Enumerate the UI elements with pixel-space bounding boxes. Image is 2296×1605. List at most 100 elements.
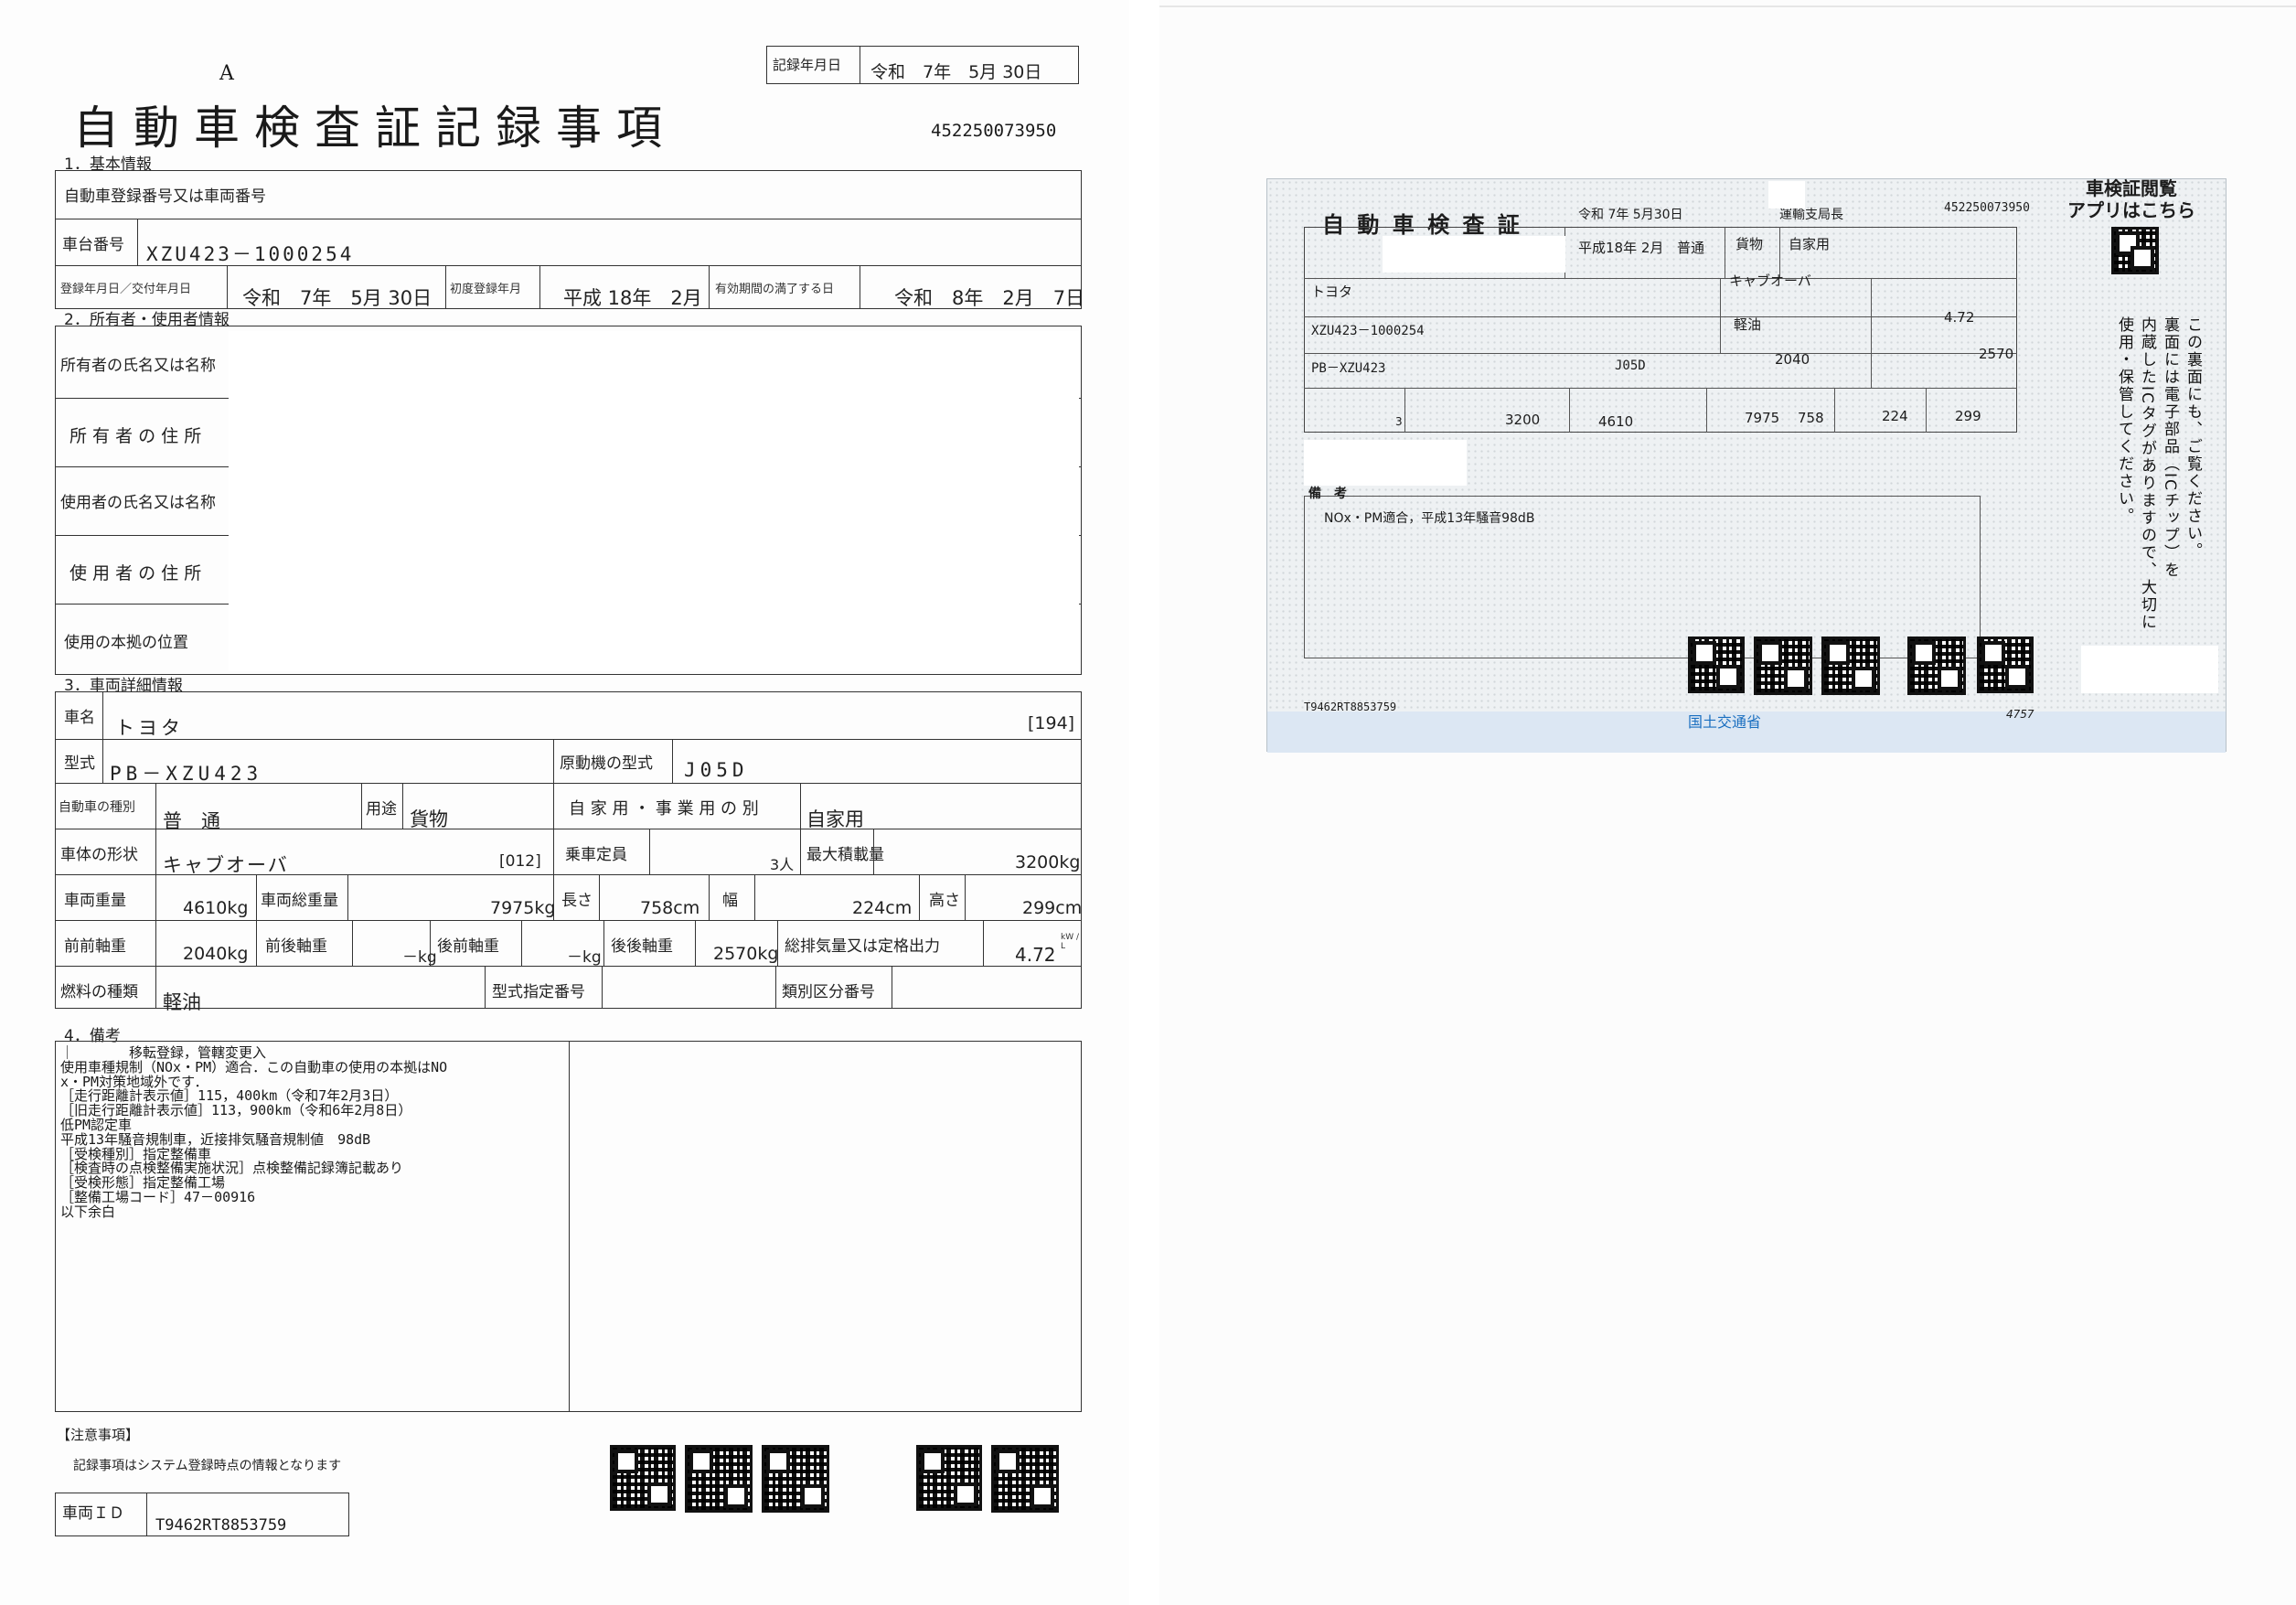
qr-code [1754, 637, 1812, 695]
height-label: 高さ [929, 892, 960, 910]
card-max-load: 3200 [1505, 412, 1541, 428]
chassis-number: XZU423－1000254 [146, 243, 355, 265]
redaction-block [1304, 440, 1467, 486]
redaction-block [2081, 646, 2218, 693]
expiry-label: 有効期間の満了する日 [715, 283, 835, 296]
card-fuel: 軽油 [1734, 316, 1762, 333]
width: 224cm [852, 898, 913, 918]
remarks-line: ［旧走行距離計表示値］113，900km（令和6年2月8日） [60, 1102, 412, 1119]
card-document-number: 452250073950 [1944, 201, 2030, 215]
vehicle-weight: 4610kg [183, 898, 249, 918]
qr-code [1907, 637, 1966, 695]
body-shape-code: [012] [499, 852, 541, 871]
chassis-number-label: 車台番号 [62, 236, 124, 254]
app-qr-code[interactable] [2111, 227, 2159, 274]
document-number: 452250073950 [931, 121, 1057, 141]
card-chassis: XZU423－1000254 [1311, 324, 1425, 338]
card-first-registration: 平成18年 2月 [1578, 240, 1664, 256]
capacity-label: 乗車定員 [565, 846, 627, 864]
model-label: 型式 [64, 754, 95, 773]
redaction-block [1768, 181, 1805, 209]
car-name-label: 車名 [64, 709, 95, 727]
card-use: 貨物 [1735, 236, 1764, 252]
fuel-type-label: 燃料の種類 [60, 983, 138, 1001]
rear-rear-axle-label: 後後軸重 [611, 937, 673, 956]
vehicle-id: T9462RT8853759 [155, 1516, 287, 1535]
card-remarks: NOx・PM適合，平成13年騒音98dB [1324, 511, 1535, 526]
model: PB－XZU423 [110, 763, 263, 785]
use-label: 用途 [366, 800, 397, 819]
qr-code [762, 1445, 829, 1513]
vehicle-inspection-certificate-card: 自 動 車 検 査 証 令和 7年 5月30日 運輸支局長 4522500739… [1266, 177, 2227, 753]
expiry-date: 令和 8年 2月 7日 [894, 287, 1085, 309]
rear-rear-axle: 2570kg [713, 944, 779, 964]
redaction-block [229, 331, 1079, 671]
qr-code [916, 1445, 982, 1511]
engine-model: J05D [684, 759, 749, 781]
page-title: 自動車検査証記録事項 [73, 102, 677, 155]
card-capacity: 3 [1395, 415, 1403, 428]
user-address-label: 使 用 者 の 住 所 [69, 563, 202, 583]
card-vertical-note: 内蔵したICタグがありますので、大切に [2138, 316, 2156, 631]
length: 758cm [640, 898, 700, 918]
front-rear-axle: －kg [402, 948, 437, 967]
vehicle-weight-label: 車両重量 [64, 892, 126, 910]
card-front-axle: 2040 [1775, 351, 1810, 368]
record-date: 令和 7年 5月 30日 [870, 62, 1042, 82]
card-rear-axle: 2570 [1979, 346, 2014, 362]
card-vertical-note: この裏面にも、ご覧ください。 [2184, 316, 2202, 560]
vehicle-id-label: 車両ＩＤ [62, 1504, 124, 1523]
private-business-label: 自 家 用 ・ 事 業 用 の 別 [569, 799, 759, 819]
qr-code [1688, 637, 1745, 693]
vehicle-kind-label: 自動車の種別 [59, 800, 135, 815]
card-vertical-note: 使用・保管してください。 [2115, 316, 2133, 525]
length-label: 長さ [561, 892, 593, 910]
class-number-label: 類別区分番号 [782, 983, 875, 1001]
front-rear-axle-label: 前後軸重 [265, 937, 327, 956]
qr-code [685, 1445, 753, 1513]
registration-number-label: 自動車登録番号又は車両番号 [64, 187, 266, 206]
max-load: 3200kg [1015, 852, 1081, 872]
height: 299cm [1022, 898, 1083, 918]
qr-code [991, 1445, 1059, 1513]
record-date-label: 記録年月日 [773, 57, 842, 73]
base-location-label: 使用の本拠の位置 [64, 634, 188, 652]
card-gross: 7975 [1745, 410, 1780, 426]
card-width: 224 [1882, 408, 1908, 424]
width-label: 幅 [722, 892, 738, 910]
rear-front-axle-label: 後前軸重 [437, 937, 499, 956]
qr-code [1821, 637, 1880, 695]
card-engine: J05D [1615, 358, 1646, 373]
first-registration-label: 初度登録年月 [450, 283, 522, 296]
displacement: 4.72 [1015, 944, 1056, 966]
registration-date: 令和 7年 5月 30日 [242, 287, 433, 309]
card-serial: 4757 [2006, 708, 2034, 721]
owner-name-label: 所有者の氏名又は名称 [60, 357, 216, 375]
use: 貨物 [410, 808, 448, 830]
first-registration: 平成 18年 2月 [563, 287, 702, 309]
card-height: 299 [1955, 408, 1981, 424]
card-vertical-note: 裏面には電子部品（ICチップ）を [2161, 316, 2179, 579]
card-model: PB－XZU423 [1311, 361, 1386, 376]
notice-title: 【注意事項】 [57, 1427, 140, 1443]
rear-front-axle: －kg [567, 948, 602, 967]
user-name-label: 使用者の氏名又は名称 [60, 494, 216, 512]
car-name-code: [194] [1028, 713, 1075, 733]
registration-date-label: 登録年月日／交付年月日 [60, 283, 192, 296]
displacement-label: 総排気量又は定格出力 [785, 937, 940, 956]
capacity: 3人 [770, 856, 795, 873]
owner-address-label: 所 有 者 の 住 所 [69, 426, 202, 446]
remarks-list: ｜ 移転登録，管轄変更入 使用車種規制（NOx・PM）適合．この自動車の使用の本拠… [60, 1045, 567, 1220]
card-body: キャブオーバ [1729, 273, 1811, 289]
engine-model-label: 原動機の型式 [560, 754, 653, 773]
page-marker: A [219, 62, 234, 85]
redaction-block [1383, 236, 1565, 273]
type-designation-label: 型式指定番号 [492, 983, 585, 1001]
record-sheet: A 自動車検査証記録事項 記録年月日 令和 7年 5月 30日 45225007… [0, 0, 1129, 1605]
card-vehicle-id: T9462RT8853759 [1304, 701, 1397, 713]
vehicle-kind: 普 通 [163, 810, 220, 832]
qr-code [610, 1445, 676, 1511]
card-private: 自家用 [1789, 236, 1831, 252]
card-car-name: トヨタ [1311, 284, 1353, 300]
qr-code [1977, 637, 2034, 693]
